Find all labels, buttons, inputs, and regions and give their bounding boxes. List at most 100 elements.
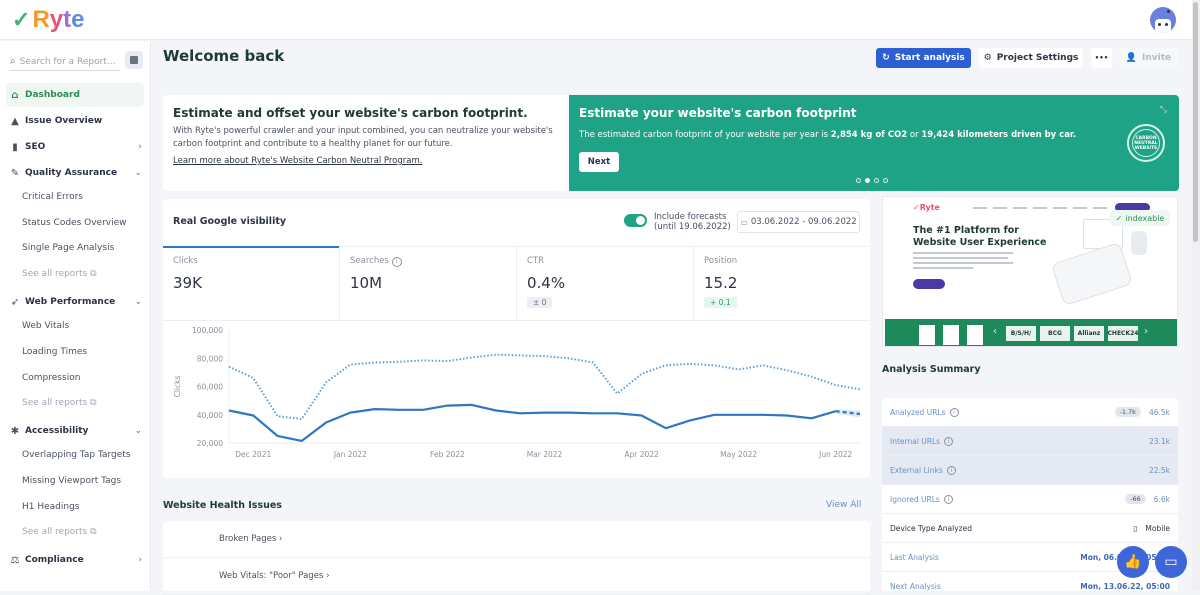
health-issues-title: Website Health Issues xyxy=(163,500,282,511)
collapse-sidebar-button[interactable] xyxy=(125,51,143,69)
check-icon: ✓ xyxy=(1115,213,1123,223)
info-icon[interactable]: i xyxy=(949,407,959,417)
ryte-logo[interactable]: ✓ Ryte xyxy=(12,6,85,34)
chat-icon: ▭ xyxy=(1164,554,1178,570)
collapse-icon[interactable]: ⤡ xyxy=(1160,105,1167,115)
kpi-tab-searches[interactable]: Searches i 10M xyxy=(340,247,517,320)
x-tick-label: Feb 2022 xyxy=(430,450,465,459)
refresh-icon: ↻ xyxy=(882,53,890,63)
carbon-program-link[interactable]: Learn more about Ryte's Website Carbon N… xyxy=(173,156,422,166)
position-change-badge: + 0.1 xyxy=(704,297,737,308)
see-all-reports-link[interactable]: See all reports ⧉ xyxy=(22,527,97,537)
sidebar-item-dashboard[interactable]: ⌂ Dashboard xyxy=(6,83,144,107)
next-slide-button[interactable]: Next xyxy=(579,152,619,172)
sidebar-subitem[interactable]: Compression xyxy=(22,373,80,383)
x-tick-label: Mar 2022 xyxy=(527,450,563,459)
date-range-picker[interactable]: ▭ 03.06.2022 - 09.06.2022 xyxy=(737,211,860,233)
search-icon: ⌕ xyxy=(10,56,16,67)
summary-row: Device Type Analyzed ▯ Mobile xyxy=(882,514,1178,543)
sidebar-item-accessibility[interactable]: ✱ Accessibility ⌄ xyxy=(6,419,144,443)
kpi-tab-ctr[interactable]: CTR 0.4% ± 0 xyxy=(517,247,694,320)
sidebar-subitem[interactable]: Web Vitals xyxy=(22,321,69,331)
more-options-button[interactable]: ••• xyxy=(1091,48,1112,68)
series-line-solid xyxy=(228,403,837,443)
see-all-reports-link[interactable]: See all reports ⧉ xyxy=(22,398,97,408)
kpi-tab-clicks[interactable]: Clicks 39K xyxy=(163,246,340,320)
visibility-title: Real Google visibility xyxy=(173,216,287,227)
health-issue-row[interactable]: Broken Pages › xyxy=(163,521,870,558)
start-analysis-button[interactable]: ↻ Start analysis xyxy=(876,48,971,68)
health-issue-row[interactable]: Web Vitals: "Poor" Pages › xyxy=(163,558,870,595)
sidebar-item-label: Accessibility xyxy=(25,426,89,437)
chevron-icon: › xyxy=(138,555,142,566)
thumbs-up-icon: 👍 xyxy=(1124,554,1142,570)
carousel-dot[interactable] xyxy=(874,178,879,183)
calendar-icon: ▭ xyxy=(740,217,748,227)
sidebar-item-web-performance[interactable]: ➶ Web Performance ⌄ xyxy=(6,290,144,314)
sidebar: ⌕ ⌂ Dashboard ▲ Issue Overview ▮ SEO › ✎ Quality… xyxy=(0,41,151,591)
sidebar-subitem[interactable]: H1 Headings xyxy=(22,502,80,512)
see-all-reports-link[interactable]: See all reports ⧉ xyxy=(22,269,97,279)
preview-headline: The #1 Platform for Website User Experien… xyxy=(913,225,1047,248)
summary-row[interactable]: External Links i 22.5k xyxy=(882,456,1178,485)
info-icon[interactable]: i xyxy=(943,494,953,504)
sidebar-item-quality-assurance[interactable]: ✎ Quality Assurance ⌄ xyxy=(6,161,144,185)
scrollbar-thumb[interactable] xyxy=(1193,2,1198,242)
external-link-icon: ⧉ xyxy=(90,269,97,280)
kpi-tab-position[interactable]: Position 15.2 + 0.1 xyxy=(694,247,870,320)
chevron-right-icon: › xyxy=(1144,326,1148,337)
sidebar-item-issue-overview[interactable]: ▲ Issue Overview xyxy=(6,109,144,133)
invite-button[interactable]: 👤 Invite xyxy=(1119,48,1178,68)
sidebar-subitem[interactable]: Overlapping Tap Targets xyxy=(22,450,131,460)
sidebar-subitem[interactable]: Status Codes Overview xyxy=(22,218,127,228)
carousel-dot[interactable] xyxy=(856,178,861,183)
report-search-input[interactable] xyxy=(19,56,116,67)
info-icon[interactable]: i xyxy=(946,465,956,475)
external-link-icon: ⧉ xyxy=(90,527,97,538)
sidebar-item-label: Issue Overview xyxy=(25,116,103,126)
forecast-toggle[interactable] xyxy=(624,214,647,227)
indexable-badge: ✓ indexable xyxy=(1110,210,1170,226)
x-tick-label: Dec 2021 xyxy=(235,450,271,459)
sidebar-subitem[interactable]: Single Page Analysis xyxy=(22,243,114,253)
sidebar-item-seo[interactable]: ▮ SEO › xyxy=(6,135,144,159)
carbon-estimate-title: Estimate your website's carbon footprint xyxy=(579,106,857,120)
warning-icon: ▲ xyxy=(11,115,19,127)
project-settings-button[interactable]: ⚙ Project Settings xyxy=(979,48,1083,68)
kpi-tabs: Clicks 39K Searches i 10M CTR 0.4% ± 0 P… xyxy=(163,246,870,321)
chat-button[interactable]: ▭ xyxy=(1155,546,1187,578)
user-avatar[interactable] xyxy=(1150,7,1176,33)
carbon-info-text: With Ryte's powerful crawler and your in… xyxy=(173,126,553,149)
sidebar-subitem[interactable]: Loading Times xyxy=(22,347,87,357)
view-all-link[interactable]: View All xyxy=(826,500,861,510)
health-issues-list: Broken Pages › Web Vitals: "Poor" Pages … xyxy=(163,521,870,595)
preview-logo: ✓Ryte xyxy=(913,203,940,212)
rocket-icon: ➶ xyxy=(10,296,20,308)
carousel-dot[interactable] xyxy=(883,178,888,183)
series-line-dotted xyxy=(228,353,861,420)
info-icon[interactable]: i xyxy=(944,436,954,446)
summary-row[interactable]: Internal URLs i 23.1k xyxy=(882,427,1178,456)
add-user-icon: 👤 xyxy=(1125,53,1138,63)
website-preview[interactable]: ✓Ryte The #1 Platform for Website User Ex… xyxy=(882,196,1178,347)
chevron-icon: › xyxy=(138,142,142,152)
y-tick-label: 20,000 xyxy=(197,439,223,448)
carousel-dots xyxy=(856,178,888,183)
chevron-icon: ⌄ xyxy=(134,297,142,308)
summary-row[interactable]: Ignored URLs i -66 6.6k xyxy=(882,485,1178,514)
carbon-estimate-text: The estimated carbon footprint of your w… xyxy=(579,130,1077,140)
feedback-button[interactable]: 👍 xyxy=(1117,546,1149,578)
sidebar-item-label: Web Performance xyxy=(25,297,116,308)
sidebar-item-compliance[interactable]: ⚖ Compliance › xyxy=(6,548,144,572)
sidebar-subitem[interactable]: Critical Errors xyxy=(22,192,83,202)
summary-row[interactable]: Analyzed URLs i -1.7k 46.5k xyxy=(882,398,1178,427)
page-scrollbar[interactable] xyxy=(1192,0,1200,591)
sidebar-item-label: SEO xyxy=(25,142,46,152)
carousel-dot-active[interactable] xyxy=(865,178,870,183)
y-tick-label: 100,000 xyxy=(192,326,223,335)
delta-badge: -66 xyxy=(1125,494,1146,504)
scale-icon: ⚖ xyxy=(10,554,20,566)
info-icon[interactable]: i xyxy=(391,257,402,267)
sidebar-subitem[interactable]: Missing Viewport Tags xyxy=(22,476,121,486)
award-badge xyxy=(919,325,935,345)
